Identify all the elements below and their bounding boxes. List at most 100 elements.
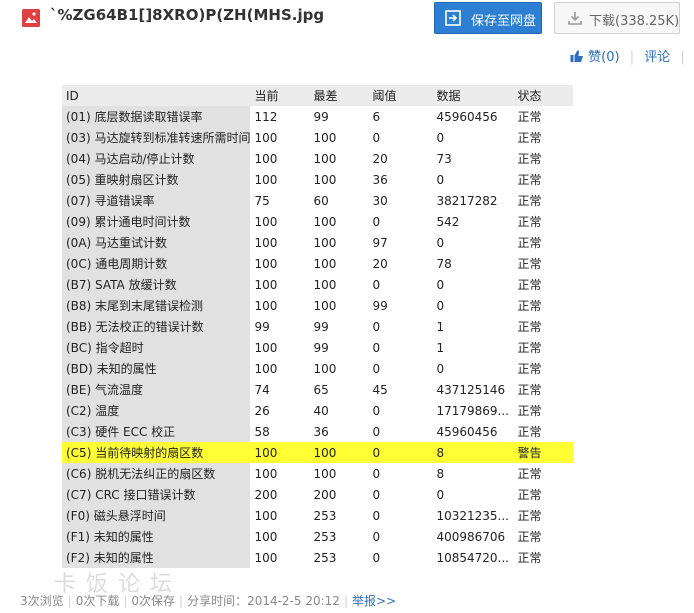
attribute-name: (07) 寻道错误率 (62, 190, 251, 211)
file-name: `%ZG64B1[]8XRO)P(ZH(MHS.jpg (50, 6, 325, 24)
attribute-name: (BD) 未知的属性 (62, 358, 251, 379)
status-text: 正常 (517, 404, 542, 418)
threshold-value: 0 (372, 277, 381, 292)
column-header-worst: 最差 (309, 85, 369, 106)
table-row: (03) 马达旋转到标准转速所需时间 100 100 0 0 正常 (62, 127, 573, 148)
like-link[interactable]: 赞(0) (570, 50, 624, 65)
footer-divider: | (343, 594, 348, 608)
attribute-name: (0C) 通电周期计数 (62, 253, 251, 274)
threshold-value: 0 (372, 424, 381, 439)
current-value: 100 (254, 361, 278, 376)
raw-data: 0 (436, 487, 445, 502)
smart-info-screenshot: ID 当前 最差 阈值 数据 状态 (01) 底层数据读取错误率 112 99 6 45… (62, 85, 690, 571)
threshold-value: 0 (372, 529, 381, 544)
raw-data: 17179869... (436, 403, 509, 418)
raw-data: 0 (436, 235, 445, 250)
raw-data: 38217282 (436, 193, 498, 208)
worst-value: 99 (313, 340, 329, 355)
comment-link[interactable]: 评论 (644, 50, 670, 65)
table-row: (C6) 脱机无法纠正的扇区数 100 100 0 8 正常 (62, 463, 573, 484)
footer-divider: | (179, 594, 184, 608)
download-count: 0次下载 (75, 594, 120, 608)
like-label: 赞(0) (588, 50, 620, 65)
current-value: 100 (254, 340, 278, 355)
table-row: (BD) 未知的属性 100 100 0 0 正常 (62, 358, 573, 379)
table-row: (09) 累计通电时间计数 100 100 0 542 正常 (62, 211, 573, 232)
status-text: 正常 (517, 341, 542, 355)
status-text: 正常 (517, 110, 542, 124)
current-value: 100 (254, 550, 278, 565)
current-value: 26 (254, 403, 270, 418)
table-row: (0A) 马达重试计数 100 100 97 0 正常 (62, 232, 573, 253)
current-value: 100 (254, 277, 278, 292)
status-text: 正常 (517, 236, 542, 250)
raw-data: 45960456 (436, 109, 498, 124)
current-value: 75 (254, 193, 270, 208)
attribute-name: (03) 马达旋转到标准转速所需时间 (62, 127, 251, 148)
threshold-value: 0 (372, 340, 381, 355)
report-link[interactable]: 举报>> (352, 594, 396, 608)
table-row: (0C) 通电周期计数 100 100 20 78 正常 (62, 253, 573, 274)
threshold-value: 0 (372, 319, 381, 334)
threshold-value: 0 (372, 550, 381, 565)
threshold-value: 0 (372, 403, 381, 418)
threshold-value: 20 (372, 256, 388, 271)
attribute-name: (C5) 当前待映射的扇区数 (62, 442, 251, 463)
raw-data: 0 (436, 130, 445, 145)
current-value: 100 (254, 256, 278, 271)
smart-attribute-table: ID 当前 最差 阈值 数据 状态 (01) 底层数据读取错误率 112 99 6 45… (62, 85, 574, 568)
threshold-value: 0 (372, 214, 381, 229)
current-value: 100 (254, 466, 278, 481)
current-value: 100 (254, 235, 278, 250)
table-row: (04) 马达启动/停止计数 100 100 20 73 正常 (62, 148, 573, 169)
column-header-current: 当前 (250, 85, 310, 106)
raw-data: 0 (436, 361, 445, 376)
status-text: 正常 (517, 173, 542, 187)
worst-value: 60 (313, 193, 329, 208)
attribute-name: (B8) 末尾到末尾错误检测 (62, 295, 251, 316)
status-text: 正常 (517, 215, 542, 229)
attribute-name: (04) 马达启动/停止计数 (62, 148, 251, 169)
worst-value: 200 (313, 487, 337, 502)
current-value: 112 (254, 109, 278, 124)
current-value: 74 (254, 382, 270, 397)
thumbs-up-icon (570, 49, 584, 63)
raw-data: 542 (436, 214, 460, 229)
status-text: 正常 (517, 320, 542, 334)
current-value: 100 (254, 172, 278, 187)
status-text: 警告 (513, 442, 574, 463)
status-text: 正常 (517, 383, 542, 397)
attribute-name: (C7) CRC 接口错误计数 (62, 484, 251, 505)
raw-data: 0 (436, 277, 445, 292)
threshold-value: 20 (372, 151, 388, 166)
download-button[interactable]: 下载(338.25K) (554, 2, 680, 34)
raw-data: 0 (436, 172, 445, 187)
threshold-value: 0 (372, 487, 381, 502)
raw-data: 1 (436, 340, 445, 355)
worst-value: 100 (313, 361, 337, 376)
raw-data: 8 (436, 466, 445, 481)
status-text: 正常 (517, 551, 542, 565)
table-row: (F0) 磁头悬浮时间 100 253 0 10321235... 正常 (62, 505, 573, 526)
raw-data: 437125146 (436, 382, 506, 397)
column-header-threshold: 阈值 (368, 85, 433, 106)
action-divider: | (629, 50, 635, 65)
save-to-cloud-label: 保存至网盘 (471, 14, 537, 29)
worst-value: 100 (313, 466, 337, 481)
status-text: 正常 (517, 488, 542, 502)
status-text: 正常 (517, 467, 542, 481)
raw-data: 10321235... (436, 508, 509, 523)
table-row-warning: (C5) 当前待映射的扇区数 100 100 0 8 警告 (62, 442, 574, 463)
attribute-name: (C2) 温度 (62, 400, 251, 421)
threshold-value: 45 (372, 382, 388, 397)
worst-value: 65 (313, 382, 329, 397)
download-label: 下载(338.25K) (589, 14, 680, 29)
table-row: (C7) CRC 接口错误计数 200 200 0 0 正常 (62, 484, 573, 505)
save-to-cloud-button[interactable]: 保存至网盘 (434, 2, 542, 34)
status-text: 正常 (517, 425, 542, 439)
threshold-value: 6 (372, 109, 381, 124)
column-header-status: 状态 (513, 85, 574, 106)
worst-value: 36 (313, 424, 329, 439)
action-bar: 赞(0) | 评论 | 分 (570, 46, 694, 65)
table-row: (01) 底层数据读取错误率 112 99 6 45960456 正常 (62, 106, 573, 127)
